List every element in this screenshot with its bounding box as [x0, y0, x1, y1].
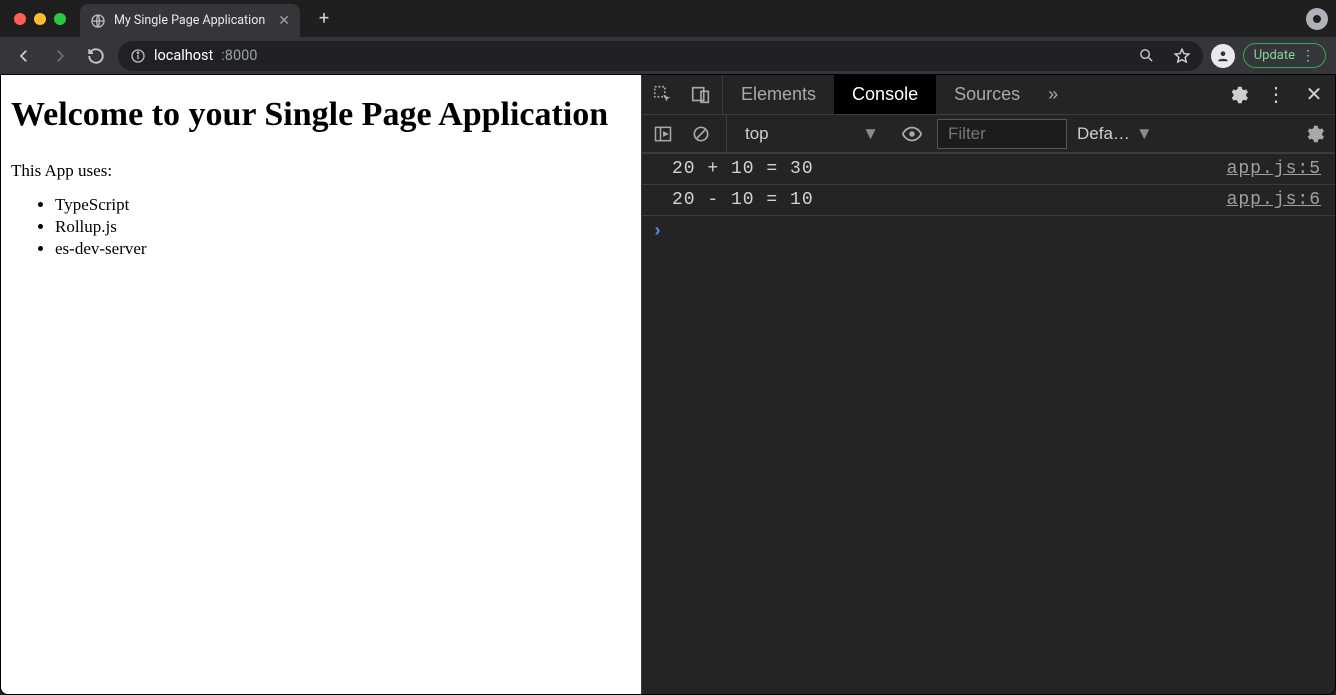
window-minimize-button[interactable] [34, 13, 46, 25]
chevron-down-icon: ▼ [1136, 124, 1153, 144]
clear-console-icon[interactable] [686, 119, 716, 149]
devtools-tabbar: Elements Console Sources » ⋮ ✕ [642, 75, 1335, 115]
log-source-link[interactable]: app.js:5 [1227, 159, 1321, 179]
log-message: 20 - 10 = 10 [672, 190, 1227, 210]
list-item: es-dev-server [55, 239, 631, 259]
inspect-element-icon[interactable] [648, 80, 678, 110]
close-devtools-icon[interactable]: ✕ [1299, 80, 1329, 110]
log-message: 20 + 10 = 30 [672, 159, 1227, 179]
tab-overflow[interactable]: » [1038, 75, 1068, 114]
tab-title: My Single Page Application [114, 13, 265, 28]
console-output: 20 + 10 = 30 app.js:5 20 - 10 = 10 app.j… [642, 153, 1335, 694]
log-levels-select[interactable]: Defa… ▼ [1077, 124, 1153, 144]
zoom-icon[interactable] [1138, 47, 1155, 64]
update-button[interactable]: Update ⋮ [1243, 43, 1326, 68]
console-log-row: 20 + 10 = 30 app.js:5 [642, 153, 1335, 185]
chevron-down-icon: ▼ [862, 124, 879, 144]
console-sidebar-toggle-icon[interactable] [648, 119, 678, 149]
address-bar[interactable]: localhost :8000 [118, 41, 1203, 71]
browser-tabstrip: My Single Page Application ✕ + [0, 0, 1336, 37]
log-source-link[interactable]: app.js:6 [1227, 190, 1321, 210]
url-port: :8000 [221, 47, 257, 64]
globe-icon [90, 13, 106, 29]
execution-context-select[interactable]: top ▼ [737, 122, 887, 146]
devtools-panel: Elements Console Sources » ⋮ ✕ [641, 75, 1335, 694]
levels-label: Defa… [1077, 124, 1130, 144]
page-heading: Welcome to your Single Page Application [11, 93, 631, 137]
console-log-row: 20 - 10 = 10 app.js:6 [642, 185, 1335, 216]
console-toolbar: top ▼ Defa… ▼ [642, 115, 1335, 153]
profile-avatar[interactable] [1211, 44, 1235, 68]
update-label: Update [1254, 48, 1295, 63]
tab-close-button[interactable]: ✕ [278, 13, 290, 29]
page-feature-list: TypeScript Rollup.js es-dev-server [11, 195, 631, 259]
tab-sources[interactable]: Sources [936, 75, 1038, 114]
bookmark-icon[interactable] [1173, 47, 1191, 65]
window-close-button[interactable] [14, 13, 26, 25]
page-intro: This App uses: [11, 161, 631, 181]
incognito-indicator-icon[interactable] [1306, 8, 1328, 30]
gear-icon[interactable] [1223, 80, 1253, 110]
console-filter-input[interactable] [937, 119, 1067, 149]
kebab-menu-icon[interactable]: ⋮ [1261, 80, 1291, 110]
list-item: Rollup.js [55, 217, 631, 237]
tab-console[interactable]: Console [834, 75, 936, 114]
list-item: TypeScript [55, 195, 631, 215]
url-host: localhost [154, 47, 213, 64]
browser-tab[interactable]: My Single Page Application ✕ [80, 4, 300, 37]
forward-button[interactable] [46, 42, 74, 70]
browser-toolbar: localhost :8000 Update ⋮ [0, 37, 1336, 75]
context-label: top [745, 124, 769, 144]
window-maximize-button[interactable] [54, 13, 66, 25]
window-controls [14, 13, 66, 25]
tab-elements[interactable]: Elements [723, 75, 834, 114]
content-area: Welcome to your Single Page Application … [0, 75, 1336, 695]
toggle-device-icon[interactable] [686, 80, 716, 110]
reload-button[interactable] [82, 42, 110, 70]
back-button[interactable] [10, 42, 38, 70]
new-tab-button[interactable]: + [310, 5, 338, 33]
kebab-icon: ⋮ [1301, 49, 1315, 63]
console-prompt[interactable]: › [642, 216, 1335, 248]
console-settings-icon[interactable] [1299, 119, 1329, 149]
rendered-page: Welcome to your Single Page Application … [1, 75, 641, 694]
live-expression-icon[interactable] [897, 119, 927, 149]
site-info-icon[interactable] [130, 48, 146, 64]
